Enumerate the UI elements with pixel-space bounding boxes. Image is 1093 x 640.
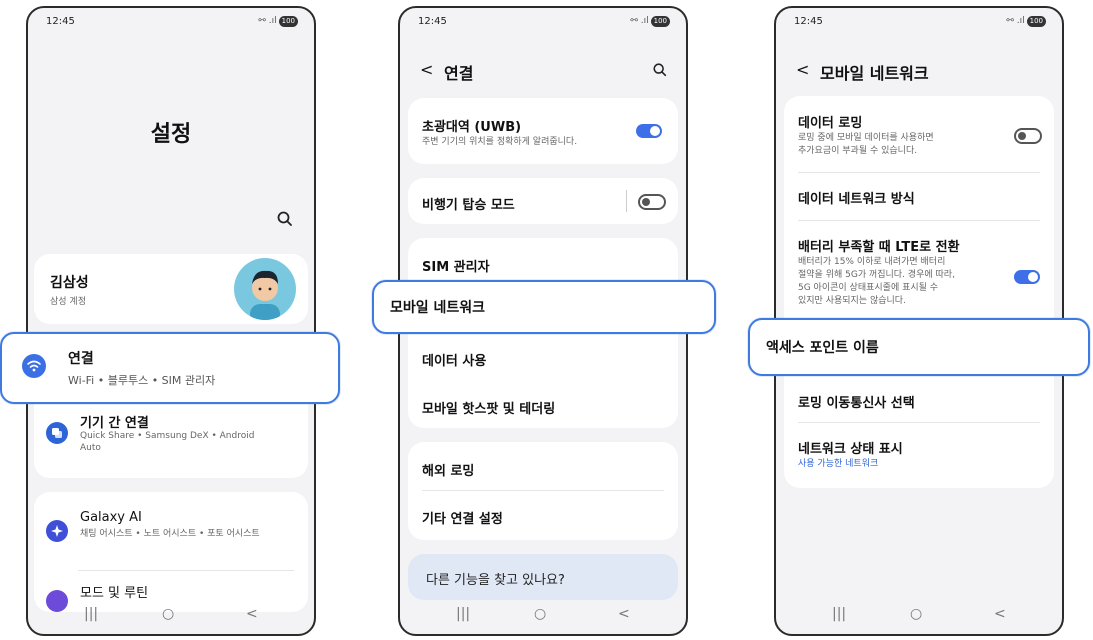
network-status-sub: 사용 가능한 네트워크 bbox=[798, 459, 879, 469]
data-roaming-title: 데이터 로밍 bbox=[798, 116, 863, 131]
back-arrow-icon[interactable]: < bbox=[796, 60, 809, 79]
lte-switch-sub1: 배터리가 15% 이하로 내려가면 배터리 bbox=[798, 257, 946, 267]
list-item-device-connect[interactable]: 기기 간 연결 Quick Share • Samsung DeX • Andr… bbox=[40, 408, 302, 468]
uwb-title: 초광대역 (UWB) bbox=[422, 120, 522, 135]
network-status-title: 네트워크 상태 표시 bbox=[798, 442, 903, 457]
home-icon[interactable]: ○ bbox=[910, 606, 922, 622]
battery-icon: 100 bbox=[650, 16, 670, 27]
page-title: 연결 bbox=[444, 64, 474, 83]
signal-icon: ⚯ .ıl bbox=[258, 16, 277, 26]
back-icon[interactable]: < bbox=[246, 606, 258, 622]
status-time: 12:45 bbox=[418, 16, 447, 27]
nav-bar: ||| ○ < bbox=[776, 606, 1062, 626]
mobile-network-label: 모바일 네트워크 bbox=[390, 300, 486, 316]
status-bar: 12:45 ⚯ .ıl 100 bbox=[46, 16, 298, 32]
apn-label: 액세스 포인트 이름 bbox=[766, 340, 879, 356]
status-time: 12:45 bbox=[794, 16, 823, 27]
device-connect-sub: Quick Share • Samsung DeX • Android Auto bbox=[80, 431, 255, 453]
uwb-card[interactable]: 초광대역 (UWB) 주변 기기의 위치를 정확하게 알려줍니다. bbox=[408, 98, 678, 164]
battery-icon: 100 bbox=[278, 16, 298, 27]
status-icons: ⚯ .ıl 100 bbox=[258, 16, 298, 27]
nav-bar: ||| ○ < bbox=[28, 606, 314, 626]
battery-icon: 100 bbox=[1026, 16, 1046, 27]
home-icon[interactable]: ○ bbox=[162, 606, 174, 622]
page-title: 모바일 네트워크 bbox=[820, 64, 929, 83]
uwb-sub: 주변 기기의 위치를 정확하게 알려줍니다. bbox=[422, 137, 578, 147]
signal-icon: ⚯ .ıl bbox=[630, 16, 649, 26]
search-icon[interactable] bbox=[276, 210, 294, 228]
divider bbox=[78, 570, 294, 571]
lte-switch-sub3: 5G 아이콘이 상태표시줄에 표시될 수 bbox=[798, 283, 939, 293]
divider bbox=[626, 190, 627, 212]
galaxy-ai-sub: 채팅 어시스트 • 노트 어시스트 • 포토 어시스트 bbox=[80, 529, 260, 539]
page-title: 설정 bbox=[150, 122, 192, 147]
modes-routines-title: 모드 및 루틴 bbox=[80, 586, 149, 601]
search-icon[interactable] bbox=[652, 62, 668, 78]
data-network-mode[interactable]: 데이터 네트워크 방식 bbox=[798, 188, 915, 207]
divider bbox=[798, 172, 1040, 173]
lte-switch-title: 배터리 부족할 때 LTE로 전환 bbox=[798, 240, 960, 255]
back-icon[interactable]: < bbox=[994, 606, 1006, 622]
recent-apps-icon[interactable]: ||| bbox=[832, 606, 846, 622]
divider bbox=[798, 422, 1040, 423]
status-bar: 12:45 ⚯ .ıl 100 bbox=[794, 16, 1046, 32]
looking-text: 다른 기능을 찾고 있나요? bbox=[426, 573, 565, 588]
more-card: 해외 로밍 기타 연결 설정 bbox=[408, 442, 678, 540]
roaming[interactable]: 해외 로밍 bbox=[422, 460, 474, 479]
status-icons: ⚯ .ıl 100 bbox=[630, 16, 670, 27]
lte-switch-sub4: 있지만 사용되지는 않습니다. bbox=[798, 296, 906, 306]
connection-title: 연결 bbox=[68, 351, 94, 367]
signal-icon: ⚯ .ıl bbox=[1006, 16, 1025, 26]
nav-bar: ||| ○ < bbox=[400, 606, 686, 626]
profile-card[interactable]: 김삼성 삼성 계정 bbox=[34, 254, 308, 324]
data-usage[interactable]: 데이터 사용 bbox=[422, 350, 486, 369]
connection-sub: Wi-Fi • 블루투스 • SIM 관리자 bbox=[68, 374, 216, 387]
wifi-icon bbox=[22, 354, 46, 378]
status-time: 12:45 bbox=[46, 16, 75, 27]
hotspot-tethering[interactable]: 모바일 핫스팟 및 테더링 bbox=[422, 398, 555, 417]
profile-name: 김삼성 bbox=[50, 275, 89, 291]
divider bbox=[798, 220, 1040, 221]
divider bbox=[422, 490, 664, 491]
airplane-toggle[interactable] bbox=[638, 194, 666, 210]
list-item-modes-routines[interactable]: 모드 및 루틴 bbox=[40, 578, 302, 612]
data-roaming-sub1: 로밍 중에 모바일 데이터를 사용하면 bbox=[798, 133, 934, 143]
avatar[interactable] bbox=[234, 258, 296, 320]
data-roaming-toggle[interactable] bbox=[1014, 128, 1042, 144]
list-item-galaxy-ai[interactable]: Galaxy AI 채팅 어시스트 • 노트 어시스트 • 포토 어시스트 bbox=[40, 502, 302, 558]
network-status-row[interactable]: 네트워크 상태 표시 사용 가능한 네트워크 bbox=[784, 428, 1054, 484]
highlight-apn[interactable]: 액세스 포인트 이름 bbox=[748, 318, 1090, 376]
device-connect-title: 기기 간 연결 bbox=[80, 416, 149, 431]
roaming-operator[interactable]: 로밍 이동통신사 선택 bbox=[798, 392, 915, 411]
highlight-connection[interactable]: 연결 Wi-Fi • 블루투스 • SIM 관리자 bbox=[0, 332, 340, 404]
status-icons: ⚯ .ıl 100 bbox=[1006, 16, 1046, 27]
lte-switch-sub2: 절약을 위해 5G가 꺼집니다. 경우에 따라, bbox=[798, 270, 955, 280]
recent-apps-icon[interactable]: ||| bbox=[456, 606, 470, 622]
back-icon[interactable]: < bbox=[618, 606, 630, 622]
device-link-icon bbox=[46, 422, 68, 444]
profile-account: 삼성 계정 bbox=[50, 297, 86, 307]
status-bar: 12:45 ⚯ .ıl 100 bbox=[418, 16, 670, 32]
lte-switch-toggle[interactable] bbox=[1014, 270, 1040, 284]
ai-icon bbox=[46, 520, 68, 542]
mobile-network-card: 데이터 로밍 로밍 중에 모바일 데이터를 사용하면 추가요금이 부과될 수 있… bbox=[784, 96, 1054, 488]
more-connection-settings[interactable]: 기타 연결 설정 bbox=[422, 508, 503, 527]
uwb-toggle[interactable] bbox=[636, 124, 662, 138]
data-roaming-row[interactable]: 데이터 로밍 로밍 중에 모바일 데이터를 사용하면 추가요금이 부과될 수 있… bbox=[784, 96, 1054, 164]
data-roaming-sub2: 추가요금이 부과될 수 있습니다. bbox=[798, 146, 918, 156]
airplane-card[interactable]: 비행기 탑승 모드 bbox=[408, 178, 678, 224]
looking-card[interactable]: 다른 기능을 찾고 있나요? bbox=[408, 554, 678, 600]
airplane-title: 비행기 탑승 모드 bbox=[422, 198, 515, 213]
home-icon[interactable]: ○ bbox=[534, 606, 546, 622]
galaxy-ai-title: Galaxy AI bbox=[80, 510, 142, 525]
back-arrow-icon[interactable]: < bbox=[420, 60, 433, 79]
sim-manager[interactable]: SIM 관리자 bbox=[422, 256, 490, 275]
phone-settings: 12:45 ⚯ .ıl 100 설정 김삼성 삼성 계정 기기 간 연결 Quic… bbox=[26, 6, 316, 636]
recent-apps-icon[interactable]: ||| bbox=[84, 606, 98, 622]
lte-switch-row[interactable]: 배터리 부족할 때 LTE로 전환 배터리가 15% 이하로 내려가면 배터리 … bbox=[784, 226, 1054, 322]
highlight-mobile-network[interactable]: 모바일 네트워크 bbox=[372, 280, 716, 334]
